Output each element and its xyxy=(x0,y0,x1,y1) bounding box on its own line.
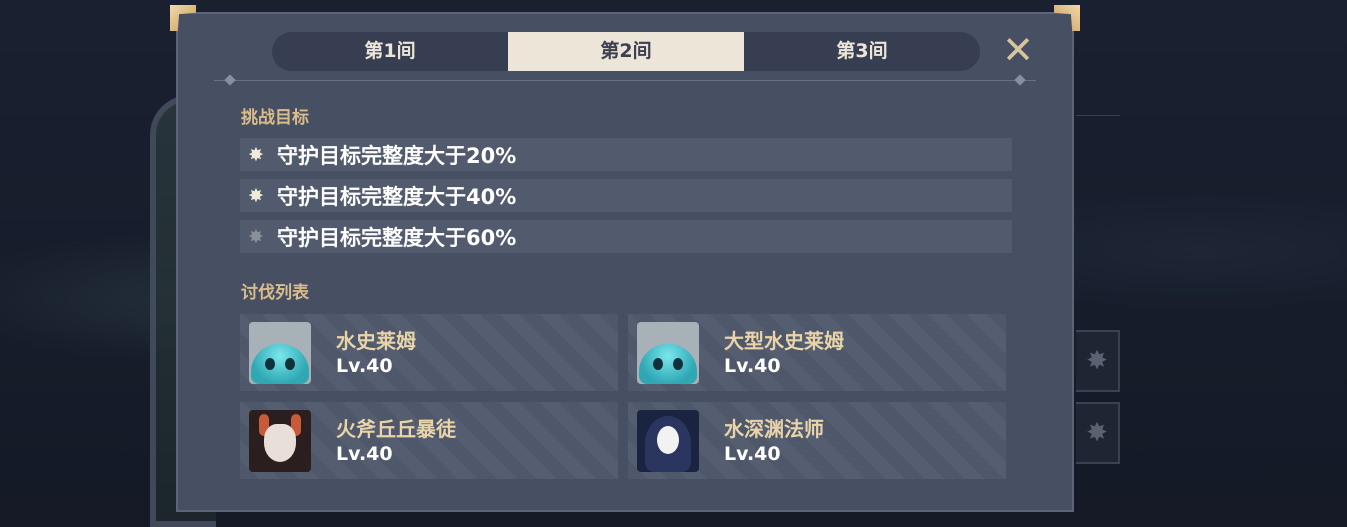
enemy-name: 火斧丘丘暴徒 xyxy=(336,416,456,441)
objective-row: ✸ 守护目标完整度大于40% xyxy=(240,179,1012,212)
enemy-name: 水深渊法师 xyxy=(724,416,824,441)
enemy-list-title: 讨伐列表 xyxy=(241,283,309,303)
objective-row: ✸ 守护目标完整度大于20% xyxy=(240,138,1012,171)
tab-chamber-1[interactable]: 第1间 xyxy=(272,32,508,71)
divider xyxy=(214,80,1036,81)
objective-row: ✸ 守护目标完整度大于60% xyxy=(240,220,1012,253)
chamber-tabs: 第1间 第2间 第3间 xyxy=(272,32,980,71)
objective-text: 守护目标完整度大于60% xyxy=(277,225,517,250)
tab-chamber-3[interactable]: 第3间 xyxy=(744,32,980,71)
objective-text: 守护目标完整度大于20% xyxy=(277,143,517,168)
abyss-mage-portrait-icon xyxy=(637,409,699,472)
enemy-card[interactable]: 水史莱姆 Lv.40 xyxy=(240,314,618,391)
enemy-name: 大型水史莱姆 xyxy=(724,328,844,353)
hydro-slime-portrait-icon xyxy=(249,321,311,384)
enemy-card[interactable]: 火斧丘丘暴徒 Lv.40 xyxy=(240,402,618,479)
enemy-level: Lv.40 xyxy=(336,354,393,377)
background-line xyxy=(1076,115,1120,116)
objective-text: 守护目标完整度大于40% xyxy=(277,184,517,209)
star-icon-dim: ✸ xyxy=(248,225,264,248)
pyro-hilichurl-portrait-icon xyxy=(249,409,311,472)
challenge-title: 挑战目标 xyxy=(241,108,309,128)
enemy-level: Lv.40 xyxy=(724,442,781,465)
tab-chamber-2[interactable]: 第2间 xyxy=(508,32,744,71)
enemy-name: 水史莱姆 xyxy=(336,328,416,353)
enemy-level: Lv.40 xyxy=(336,442,393,465)
close-icon[interactable]: ✕ xyxy=(1000,31,1036,69)
enemy-card[interactable]: 大型水史莱姆 Lv.40 xyxy=(628,314,1006,391)
background-star-icon: ✸ xyxy=(1076,330,1120,392)
enemy-card[interactable]: 水深渊法师 Lv.40 xyxy=(628,402,1006,479)
star-icon: ✸ xyxy=(248,143,264,166)
enemy-level: Lv.40 xyxy=(724,354,781,377)
large-hydro-slime-portrait-icon xyxy=(637,321,699,384)
star-icon: ✸ xyxy=(248,184,264,207)
background-star-icon: ✸ xyxy=(1076,402,1120,464)
